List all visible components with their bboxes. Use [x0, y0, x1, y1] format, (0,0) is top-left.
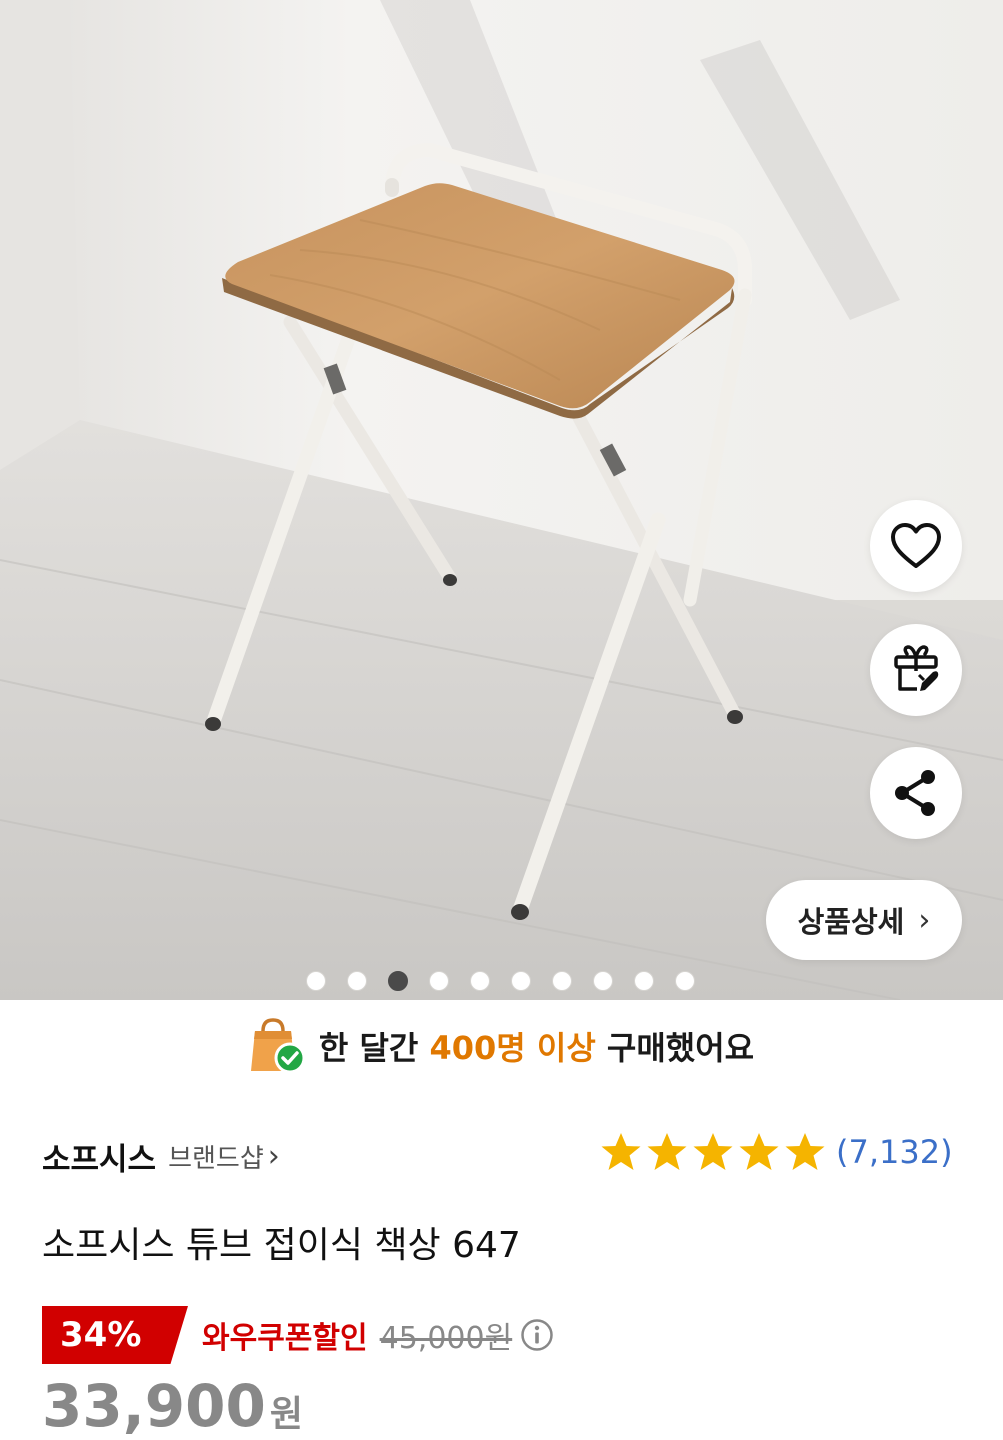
chevron-right-icon: ›: [267, 1139, 280, 1174]
share-button[interactable]: [870, 747, 962, 839]
info-icon[interactable]: [520, 1318, 554, 1352]
product-detail-label: 상품상세: [797, 905, 905, 939]
pagination-dot[interactable]: [634, 971, 654, 991]
pagination-dot[interactable]: [347, 971, 367, 991]
shopping-bag-check-icon: [250, 1018, 305, 1074]
product-title: 소프시스 튜브 접이식 책상 647: [42, 1225, 521, 1266]
star-icon: [693, 1133, 733, 1170]
pagination-dot[interactable]: [429, 971, 449, 991]
brand-name[interactable]: 소프시스: [42, 1134, 156, 1179]
banner-highlight: 400명 이상: [429, 1029, 596, 1067]
pagination-dot[interactable]: [593, 971, 613, 991]
product-photo: [0, 0, 1003, 1000]
pagination-dot[interactable]: [511, 971, 531, 991]
purchase-count-banner: 한 달간 400명 이상 구매했어요: [0, 1000, 1003, 1092]
gallery-pagination: [306, 971, 695, 991]
review-count-link[interactable]: (7,132): [836, 1133, 953, 1171]
share-icon: [895, 770, 935, 816]
pagination-dot-active[interactable]: [388, 971, 408, 991]
rating[interactable]: (7,132): [600, 1132, 953, 1172]
banner-suffix: 구매했어요: [606, 1029, 755, 1067]
chevron-right-icon: ›: [918, 902, 931, 938]
price-row: 34% 와우쿠폰할인 45,000원: [42, 1306, 554, 1364]
product-image-gallery[interactable]: 상품상세 ›: [0, 0, 1003, 1000]
brand-row: 소프시스 브랜드샵 ›: [42, 1134, 280, 1179]
original-price: 45,000원: [379, 1321, 513, 1356]
pagination-dot[interactable]: [552, 971, 572, 991]
pagination-dot[interactable]: [675, 971, 695, 991]
heart-icon: [891, 523, 941, 568]
sale-price: 33,900 원: [42, 1372, 303, 1440]
pagination-dot[interactable]: [470, 971, 490, 991]
star-icon: [785, 1133, 825, 1170]
star-icon: [739, 1133, 779, 1170]
product-detail-button[interactable]: 상품상세 ›: [766, 880, 962, 960]
sale-price-value: 33,900: [42, 1372, 266, 1440]
brand-shop-link[interactable]: 브랜드샵 ›: [168, 1138, 280, 1175]
star-icon: [647, 1133, 687, 1170]
gift-icon: [894, 645, 939, 691]
brand-shop-label: 브랜드샵: [168, 1144, 264, 1174]
coupon-label: 와우쿠폰할인: [202, 1321, 368, 1356]
pagination-dot[interactable]: [306, 971, 326, 991]
discount-badge: 34%: [42, 1306, 188, 1364]
sale-price-unit: 원: [269, 1394, 303, 1435]
gift-button[interactable]: [870, 624, 962, 716]
wishlist-button[interactable]: [870, 500, 962, 592]
star-rating: [600, 1132, 826, 1172]
banner-prefix: 한 달간: [318, 1029, 419, 1067]
star-icon: [601, 1133, 641, 1170]
